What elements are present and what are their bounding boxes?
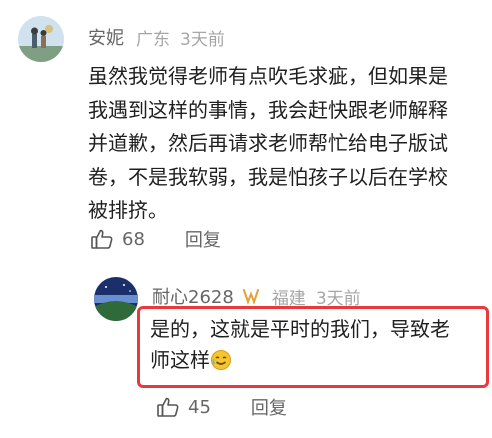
comment-line: 我遇到这样的事情，我会赶快跟老师解释 — [88, 97, 448, 122]
comment-line: 被排挤。 — [88, 198, 168, 222]
like-count: 45 — [188, 396, 211, 418]
author-name[interactable]: 安妮 — [88, 24, 124, 50]
comment-line-text: 师这样 — [150, 348, 210, 372]
avatar[interactable] — [94, 277, 138, 321]
emoji-icon — [210, 349, 232, 371]
comment-actions: 45 回复 — [156, 394, 287, 420]
comment-text: 虽然我觉得老师有点吹毛求疵，但如果是 我遇到这样的事情，我会赶快跟老师解释 并道… — [88, 60, 478, 228]
comment-line: 卷，不是我软弱，我是怕孩子以后在学校 — [88, 164, 448, 189]
reply-button[interactable]: 回复 — [185, 226, 221, 252]
comment-line: 虽然我觉得老师有点吹毛求疵，但如果是 — [88, 64, 448, 88]
reply-button[interactable]: 回复 — [251, 394, 287, 420]
comment-line: 并道歉，然后再请求老师帮忙给电子版试 — [88, 131, 448, 155]
comment-text: 是的，这就是平时的我们，导致老 师这样 — [150, 314, 480, 376]
location-label: 福建 — [271, 288, 306, 309]
comment-line: 是的，这就是平时的我们，导致老 — [150, 317, 450, 341]
comment-line: 师这样 — [150, 345, 480, 376]
thumbs-up-icon[interactable] — [156, 395, 180, 419]
comment-meta: 安妮 广东 3天前 — [88, 24, 225, 50]
comment-actions: 68 回复 — [90, 226, 221, 252]
thumbs-up-icon[interactable] — [90, 227, 114, 251]
like-count: 68 — [122, 228, 145, 250]
location-label: 广东 — [136, 29, 170, 50]
avatar[interactable] — [18, 16, 64, 62]
timestamp: 3天前 — [180, 29, 225, 50]
timestamp: 3天前 — [315, 288, 361, 309]
badge-icon — [242, 287, 260, 305]
